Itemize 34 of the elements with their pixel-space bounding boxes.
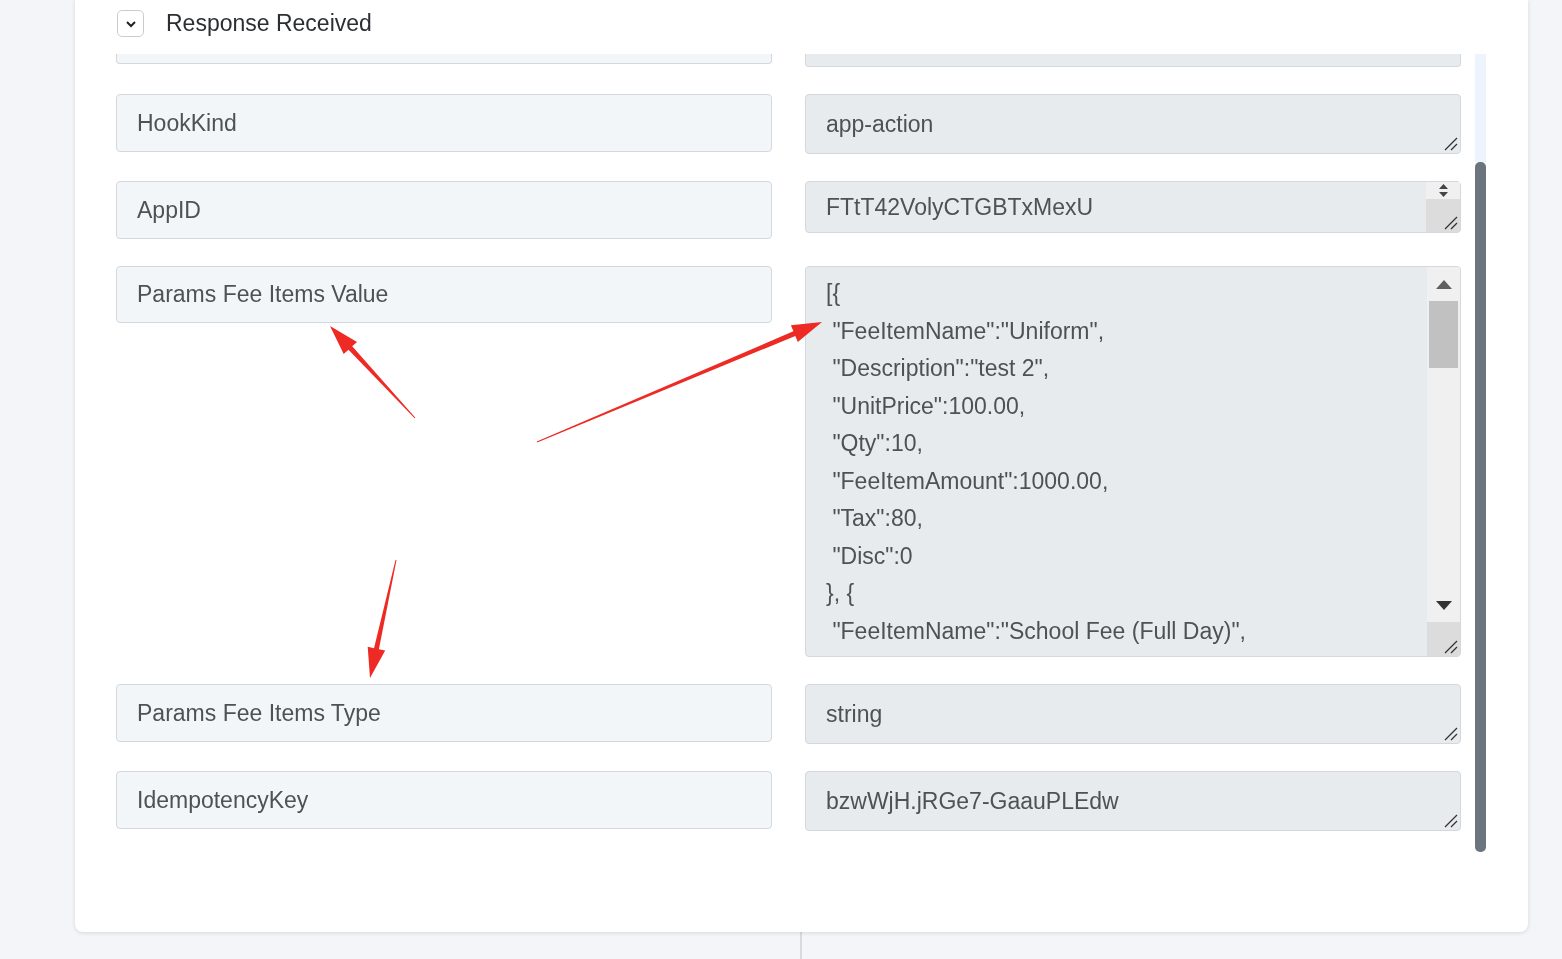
collapse-toggle[interactable] [117,10,144,37]
code-line: "Qty":10, [831,429,924,458]
resize-grip-icon[interactable] [1442,812,1458,828]
key-field[interactable]: AppID [116,181,772,239]
value-field[interactable]: app-action [805,94,1461,154]
key-field[interactable]: HookKind [116,94,772,152]
key-field[interactable] [116,54,772,64]
code-line: "FeeItemName":"School Fee (Full Day)", [831,616,1247,646]
scroll-up-icon[interactable] [1435,279,1452,289]
code-line: "Disc":0 [831,541,914,571]
code-line: "FeeItemAmount":1000.00, [831,466,1110,496]
resize-grip-icon[interactable] [1442,725,1458,741]
value-field[interactable]: string [805,684,1461,744]
code-line: "Tax":80, [831,504,924,533]
code-line: "FeeItemName":"Uniform", [831,316,1106,346]
scrollbar-thumb[interactable] [1429,301,1458,368]
spinner-arrows-icon[interactable] [1438,184,1448,197]
scroll-down-icon[interactable] [1435,600,1452,610]
key-field[interactable]: IdempotencyKey [116,771,772,829]
value-field[interactable]: FTtT42VolyCTGBTxMexU [805,181,1461,233]
value-field[interactable]: bzwWjH.jRGe7-GaauPLEdw [805,771,1461,831]
code-line: [{ [826,279,842,308]
key-field[interactable]: Params Fee Items Value [116,266,772,323]
code-line: "Description":"test 2", [831,354,1051,383]
code-line: "UnitPrice":100.00, [831,391,1027,421]
value-field[interactable]: [{ "FeeItemName":"Uniform", "Description":"test 2", "UnitPrice":100.00, "Qty":10, "FeeItemAmount":1000.00, "Tax":80, "Disc":0 }, { "FeeItemName":"School Fee (Full Day)", [805,266,1461,657]
scrollbar-thumb[interactable] [1475,162,1486,852]
key-field[interactable]: Params Fee Items Type [116,684,772,742]
resize-grip-icon[interactable] [1442,638,1458,654]
section-title: Response Received [166,10,372,37]
resize-grip-icon[interactable] [1442,135,1458,151]
code-line: }, { [826,579,856,608]
value-field[interactable] [805,54,1461,67]
resize-grip-icon[interactable] [1442,214,1458,230]
